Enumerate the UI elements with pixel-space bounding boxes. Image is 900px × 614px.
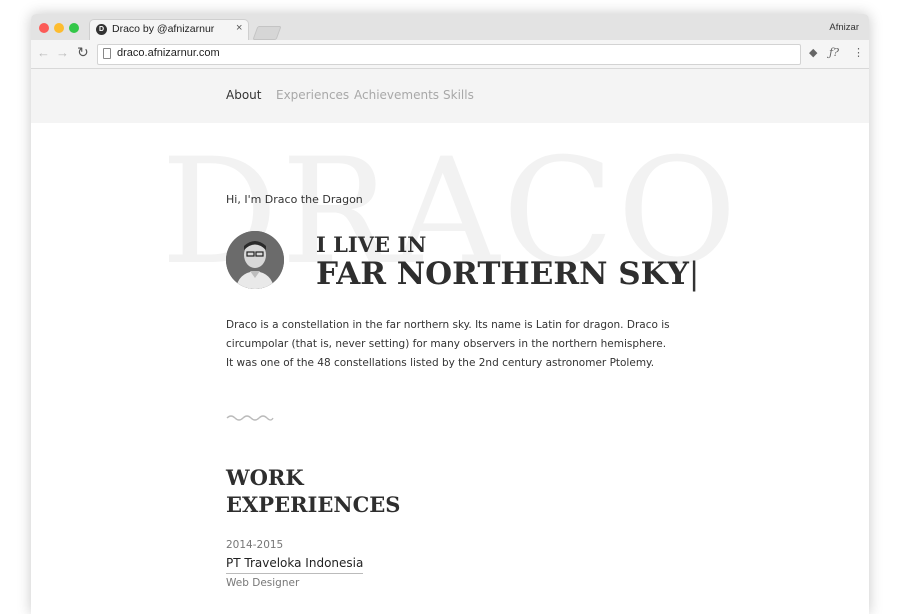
back-arrow-icon[interactable]: ← bbox=[37, 45, 50, 60]
section-title-line-1: WORK bbox=[226, 465, 304, 490]
typing-cursor: | bbox=[688, 256, 700, 292]
headline-text: FAR NORTHERN SKY bbox=[316, 256, 689, 292]
tab-title: Draco by @afnizarnur bbox=[112, 23, 215, 35]
layers-icon[interactable]: ◆ bbox=[809, 46, 817, 59]
minimize-window-button[interactable] bbox=[54, 23, 64, 33]
forward-arrow-icon[interactable]: → bbox=[56, 45, 69, 60]
page-icon bbox=[103, 48, 111, 59]
browser-toolbar: ← → ↻ draco.afnizarnur.com ◆ ƒ? ⋮ bbox=[31, 40, 869, 69]
browser-tab[interactable]: D Draco by @afnizarnur × bbox=[89, 19, 249, 40]
profile-name[interactable]: Afnizar bbox=[829, 22, 859, 33]
favicon-icon: D bbox=[96, 24, 107, 35]
headline-line-1: I LIVE IN bbox=[316, 232, 427, 257]
section-title-work-experiences: WORK EXPERIENCES bbox=[226, 464, 400, 518]
reload-icon[interactable]: ↻ bbox=[77, 44, 89, 61]
avatar bbox=[226, 231, 284, 289]
nav-link-skills[interactable]: Skills bbox=[443, 88, 474, 102]
experience-company-link[interactable]: PT Traveloka Indonesia bbox=[226, 556, 364, 574]
tab-close-icon[interactable]: × bbox=[236, 22, 242, 34]
nav-link-experiences[interactable]: Experiences bbox=[276, 88, 349, 102]
close-window-button[interactable] bbox=[39, 23, 49, 33]
maximize-window-button[interactable] bbox=[69, 23, 79, 33]
address-bar[interactable]: draco.afnizarnur.com bbox=[97, 44, 801, 65]
nav-link-about[interactable]: About bbox=[226, 88, 261, 102]
new-tab-button[interactable] bbox=[252, 26, 282, 40]
nav-link-achievements[interactable]: Achievements bbox=[354, 88, 439, 102]
url-text[interactable]: draco.afnizarnur.com bbox=[117, 47, 220, 59]
avatar-portrait-icon bbox=[226, 231, 284, 289]
bio-paragraph: Draco is a constellation in the far nort… bbox=[226, 319, 670, 369]
experience-years: 2014-2015 bbox=[226, 539, 284, 551]
tab-bar: D Draco by @afnizarnur × Afnizar bbox=[31, 14, 869, 40]
section-title-line-2: EXPERIENCES bbox=[226, 492, 401, 517]
more-vert-icon[interactable]: ⋮ bbox=[853, 46, 864, 59]
headline-line-2: FAR NORTHERN SKY| bbox=[316, 256, 699, 292]
web-page: About Experiences Achievements Skills DR… bbox=[31, 69, 869, 614]
greeting-text: Hi, I'm Draco the Dragon bbox=[226, 193, 363, 206]
experience-role: Web Designer bbox=[226, 577, 300, 589]
browser-window: D Draco by @afnizarnur × Afnizar ← → ↻ d… bbox=[31, 14, 869, 614]
function-icon[interactable]: ƒ? bbox=[829, 46, 839, 59]
wavy-divider bbox=[226, 415, 274, 421]
site-nav: About Experiences Achievements Skills bbox=[31, 69, 869, 123]
